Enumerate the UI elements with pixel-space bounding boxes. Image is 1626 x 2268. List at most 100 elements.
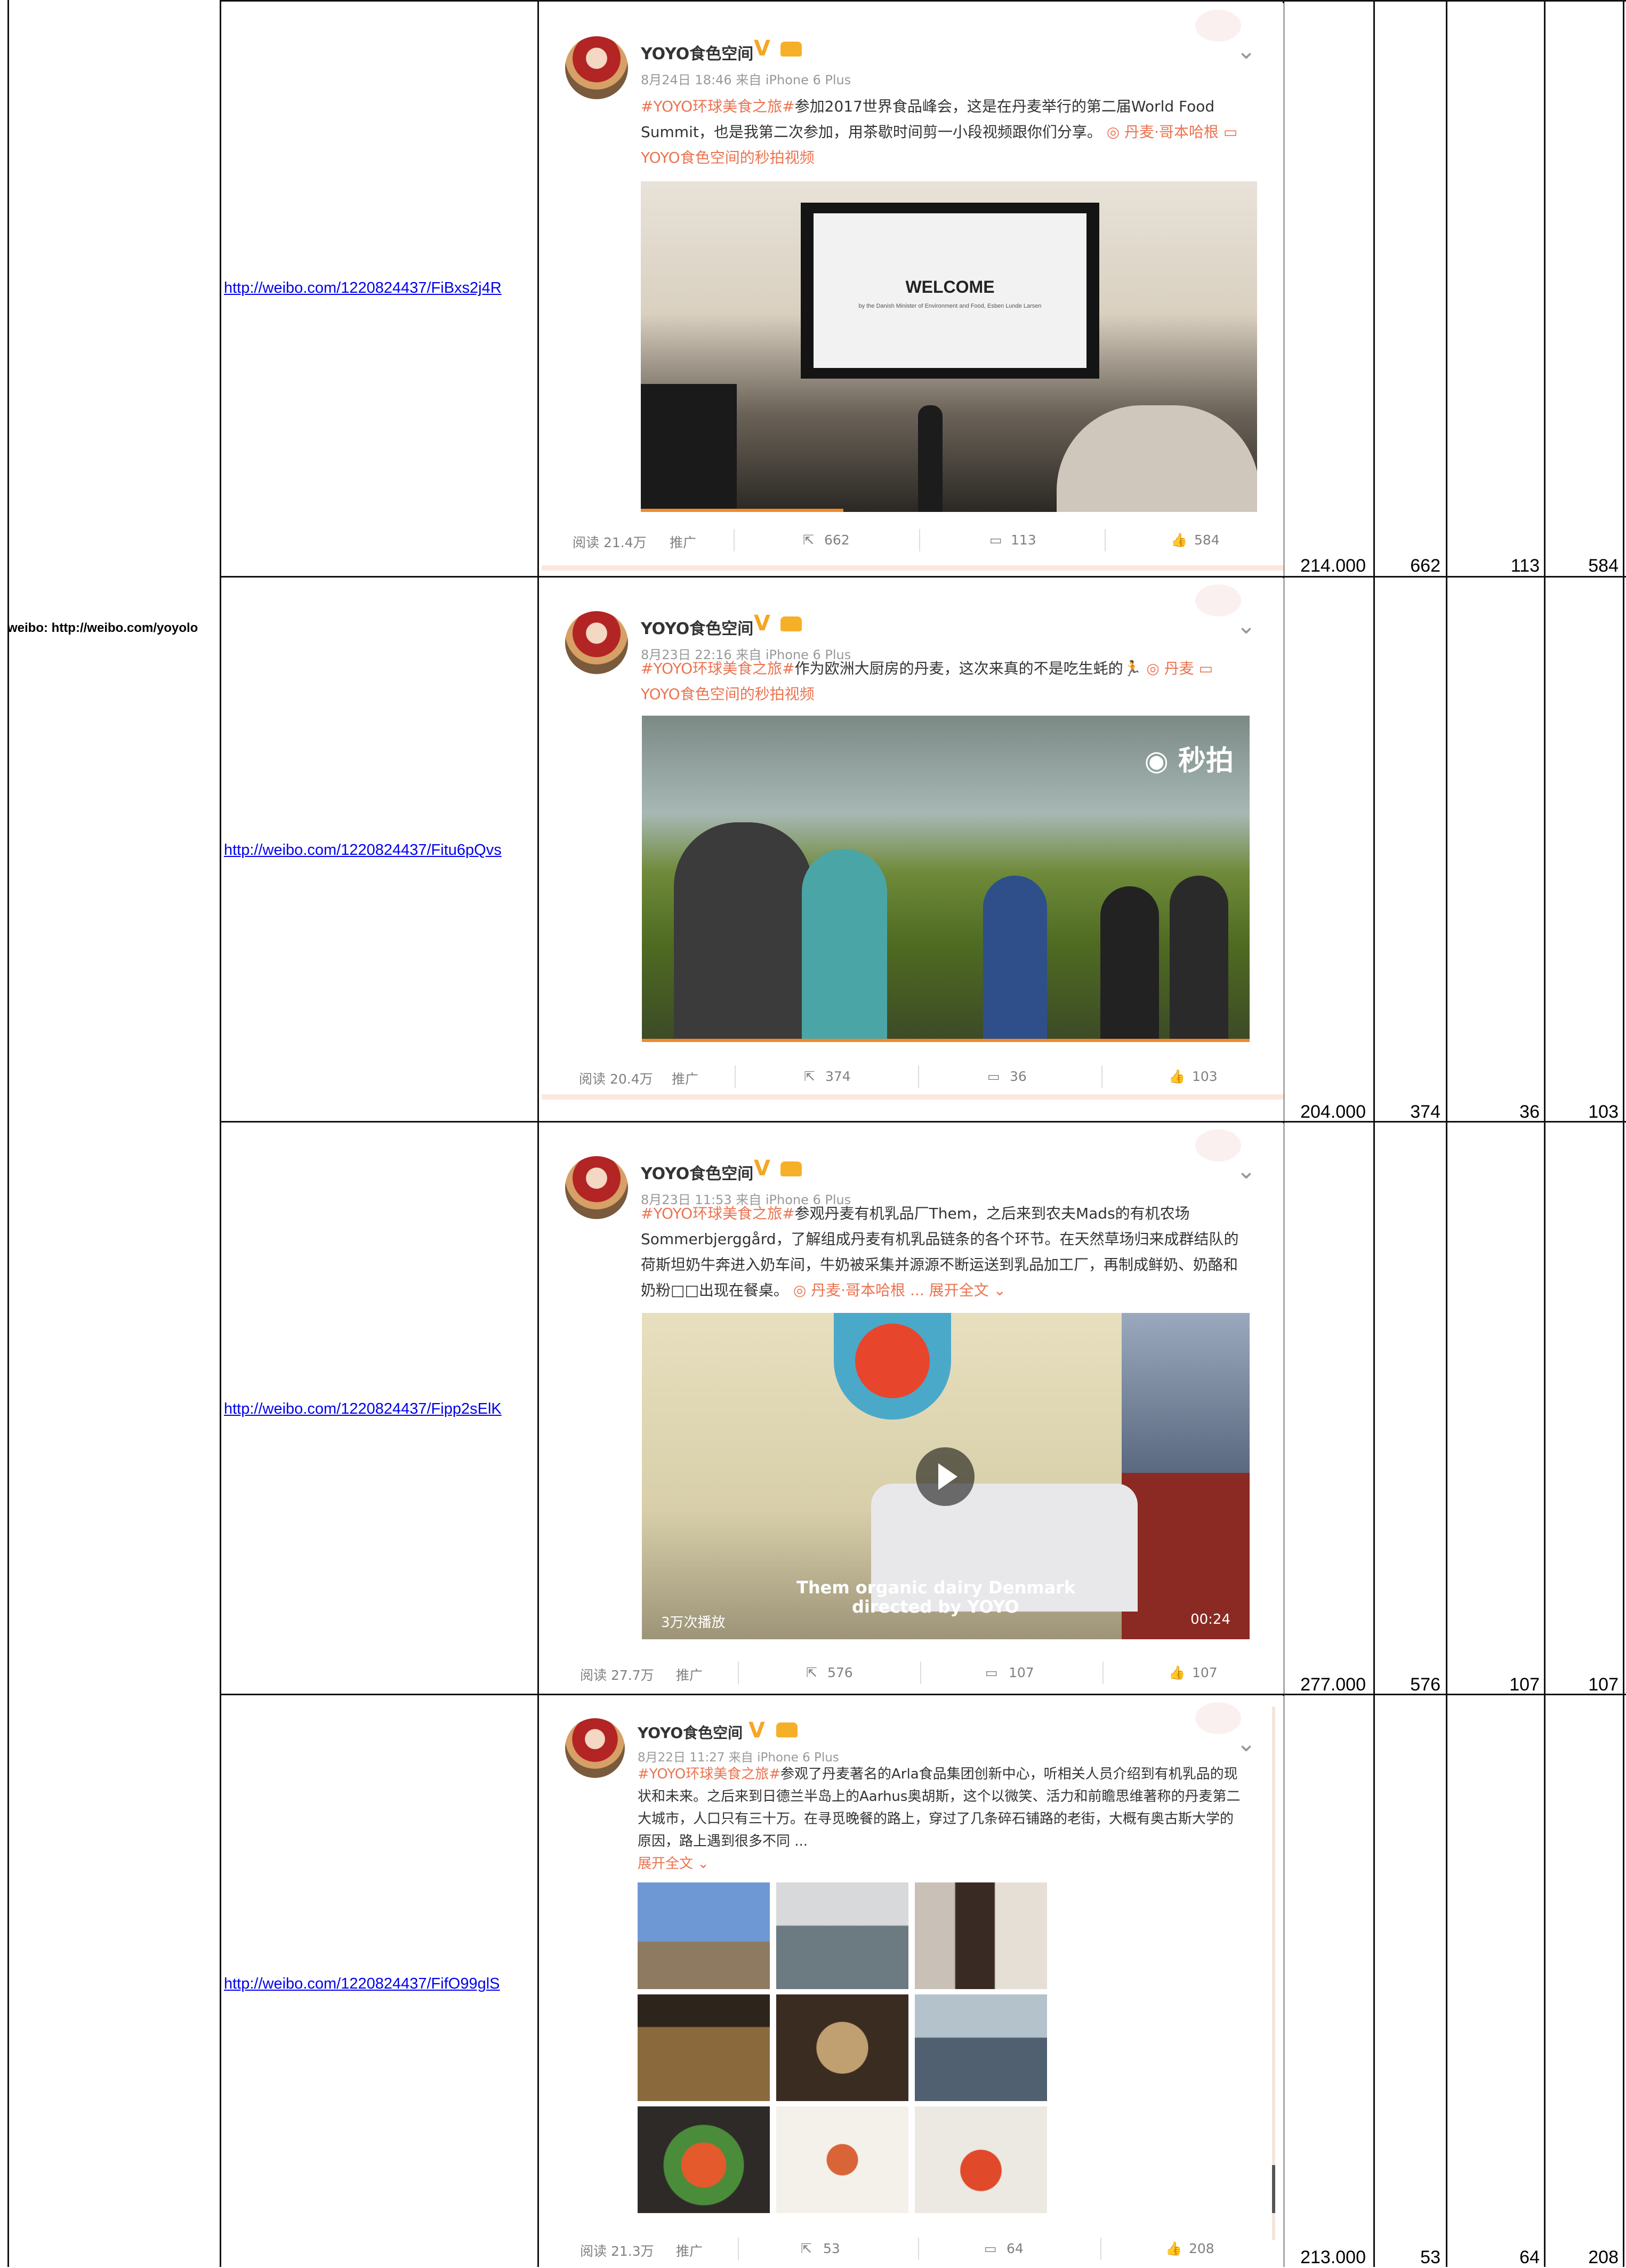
spreadsheet: weibo: http://weibo.com/yoyolo http://we… (0, 0, 1626, 2267)
read-count: 阅读 27.7万 (580, 1668, 654, 1683)
photo-thumbnail[interactable] (776, 1882, 908, 1989)
username[interactable]: YOYO食色空间 (641, 41, 753, 64)
play-icon[interactable] (916, 1447, 975, 1506)
miaopai-icon: ◉ (1144, 745, 1169, 777)
share-icon[interactable]: ⇱ (804, 1069, 815, 1084)
video-link[interactable]: YOYO食色空间的秒拍视频 (641, 685, 815, 703)
scrollbar[interactable] (1272, 1706, 1275, 2240)
share-icon[interactable]: ⇱ (806, 1665, 817, 1680)
username[interactable]: YOYO食色空间 (641, 615, 753, 639)
location-link[interactable]: 丹麦·哥本哈根 (811, 1281, 905, 1299)
photo-thumbnail[interactable] (915, 1882, 1047, 1989)
avatar[interactable] (565, 1718, 625, 1778)
separator (920, 1662, 921, 1684)
chevron-down-icon[interactable]: ⌄ (1236, 1730, 1256, 1757)
shares-cell: 662 (1410, 556, 1440, 576)
username[interactable]: YOYO食色空间 (638, 1721, 743, 1743)
like-icon[interactable]: 👍 (1165, 2241, 1182, 2257)
video-thumbnail[interactable]: Them organic dairy Denmark directed by Y… (642, 1313, 1250, 1639)
photo-thumbnail[interactable] (638, 1994, 770, 2101)
column-divider (220, 0, 221, 2267)
comment-count[interactable]: 64 (1007, 2241, 1024, 2256)
comment-count[interactable]: 36 (1010, 1069, 1027, 1084)
separator (918, 2238, 919, 2260)
separator (738, 1662, 739, 1684)
projector-screen: WELCOME by the Danish Minister of Enviro… (814, 213, 1086, 368)
chevron-down-icon[interactable]: ⌄ (994, 1281, 1006, 1299)
verified-icon: V (754, 36, 770, 61)
separator (919, 529, 920, 551)
like-count[interactable]: 208 (1189, 2241, 1214, 2256)
post-bottom-border (542, 1094, 1284, 1100)
avatar[interactable] (565, 1156, 628, 1219)
chevron-down-icon[interactable]: ⌄ (1236, 612, 1256, 639)
share-count[interactable]: 53 (823, 2241, 840, 2256)
video-thumbnail[interactable]: ◉ 秒拍 (642, 716, 1250, 1042)
like-icon[interactable]: 👍 (1171, 532, 1187, 548)
location-link[interactable]: 丹麦·哥本哈根 (1124, 123, 1219, 141)
likes-cell: 584 (1588, 556, 1619, 576)
account-cell: weibo: http://weibo.com/yoyolo (7, 621, 198, 635)
promote-link[interactable]: 推广 (672, 1069, 698, 1088)
post-link[interactable]: http://weibo.com/1220824437/FifO99glS (224, 1975, 500, 1993)
like-count[interactable]: 107 (1192, 1665, 1218, 1680)
avatar[interactable] (565, 36, 628, 99)
like-icon[interactable]: 👍 (1169, 1665, 1185, 1681)
hashtag[interactable]: #YOYO环球美食之旅# (638, 1766, 780, 1782)
reads-cell: 214.000 (1300, 556, 1366, 576)
speaker (918, 405, 943, 512)
verified-icon: V (754, 1156, 770, 1181)
post-meta: 8月22日 11:27 来自 iPhone 6 Plus (638, 1751, 839, 1765)
chevron-down-icon[interactable]: ⌄ (1236, 1157, 1256, 1184)
share-count[interactable]: 374 (825, 1069, 851, 1084)
comment-icon[interactable]: ▭ (984, 2241, 997, 2256)
post-link[interactable]: http://weibo.com/1220824437/Fipp2sElK (224, 1400, 502, 1418)
post-link[interactable]: http://weibo.com/1220824437/Fitu6pQvs (224, 842, 502, 859)
location-icon: ◎ (1146, 660, 1160, 677)
post-link[interactable]: http://weibo.com/1220824437/FiBxs2j4R (224, 279, 502, 297)
vip-crown-icon (776, 1722, 798, 1737)
hashtag[interactable]: #YOYO环球美食之旅# (641, 1205, 795, 1222)
weibo-post-screenshot: ⌄ YOYO食色空间 V 8月23日 11:53 来自 iPhone 6 Plu… (542, 1123, 1284, 1694)
video-duration: 00:24 (1190, 1612, 1230, 1628)
like-icon[interactable]: 👍 (1169, 1069, 1185, 1085)
photo-thumbnail[interactable] (915, 2106, 1047, 2213)
photo-thumbnail[interactable] (638, 1882, 770, 1989)
share-icon[interactable]: ⇱ (801, 2241, 812, 2256)
hashtag[interactable]: #YOYO环球美食之旅# (641, 98, 795, 115)
video-thumbnail[interactable]: WELCOME by the Danish Minister of Enviro… (641, 181, 1257, 512)
comment-count[interactable]: 113 (1011, 532, 1036, 548)
expand-link[interactable]: ... 展开全文 (910, 1281, 989, 1299)
comment-icon[interactable]: ▭ (985, 1665, 998, 1680)
comment-icon[interactable]: ▭ (987, 1069, 1000, 1084)
photo-thumbnail[interactable] (776, 2106, 908, 2213)
promote-link[interactable]: 推广 (676, 1665, 703, 1684)
avatar[interactable] (565, 611, 628, 674)
photo-thumbnail[interactable] (776, 1994, 908, 2101)
progress-bar (641, 509, 843, 512)
hashtag[interactable]: #YOYO环球美食之旅# (641, 660, 795, 677)
expand-link[interactable]: 展开全文 (638, 1856, 693, 1872)
share-count[interactable]: 662 (824, 532, 850, 548)
promote-link[interactable]: 推广 (676, 2241, 703, 2260)
comment-count[interactable]: 107 (1009, 1665, 1034, 1680)
share-icon[interactable]: ⇱ (803, 532, 814, 548)
comment-icon[interactable]: ▭ (989, 532, 1002, 548)
like-count[interactable]: 103 (1192, 1069, 1218, 1084)
video-link[interactable]: YOYO食色空间的秒拍视频 (641, 149, 815, 166)
username[interactable]: YOYO食色空间 (641, 1160, 753, 1184)
scrollbar-thumb[interactable] (1272, 2165, 1275, 2213)
chevron-down-icon[interactable]: ⌄ (1236, 37, 1256, 65)
like-count[interactable]: 584 (1194, 532, 1220, 548)
share-count[interactable]: 576 (827, 1665, 853, 1680)
vip-crown-icon (780, 1161, 802, 1176)
chevron-down-icon[interactable]: ⌄ (697, 1856, 709, 1872)
reads-cell: 204.000 (1300, 1102, 1366, 1122)
promote-link[interactable]: 推广 (670, 532, 696, 551)
location-icon: ◎ (793, 1281, 807, 1299)
photo-thumbnail[interactable] (638, 2106, 770, 2213)
location-link[interactable]: 丹麦 (1164, 660, 1194, 677)
weibo-post-screenshot: ⌄ YOYO食色空间 V 8月23日 22:16 来自 iPhone 6 Plu… (542, 578, 1284, 1121)
cow-logo (855, 1324, 930, 1398)
photo-thumbnail[interactable] (915, 1994, 1047, 2101)
